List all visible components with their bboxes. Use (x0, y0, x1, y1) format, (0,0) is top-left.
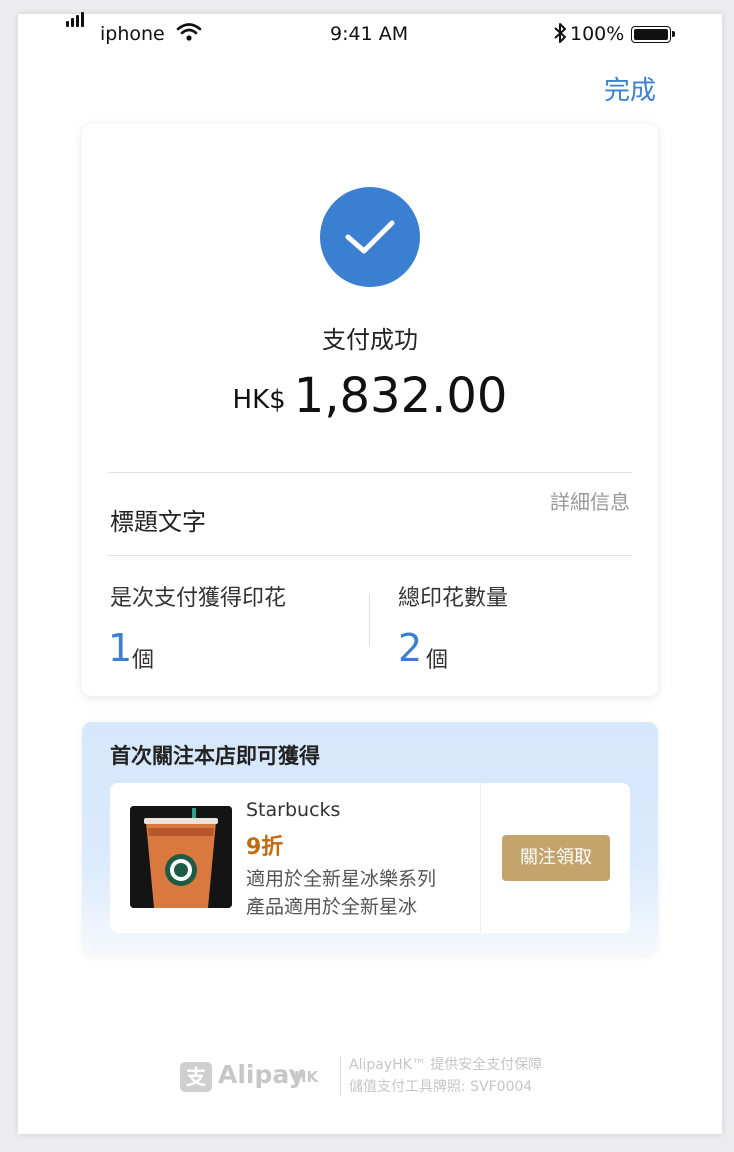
alipay-logo-text: Alipay (218, 1060, 305, 1089)
coupon-desc-line2: 產品適用於全新星冰 (246, 896, 418, 918)
payment-result-card: 支付成功 HK$ 1,832.00 標題文字 詳細信息 是次支付獲得印花 1 個 … (82, 124, 658, 696)
stamps-earned-unit: 個 (132, 648, 155, 673)
discount-label: 9折 (246, 835, 284, 860)
footer-divider (340, 1056, 341, 1096)
success-check-icon (320, 187, 420, 287)
payment-status: 支付成功 (322, 326, 418, 354)
footer-license-text: 儲值支付工具牌照: SVF0004 (349, 1079, 533, 1095)
wifi-icon (176, 22, 202, 47)
alipay-logo-icon: 支 (180, 1062, 212, 1092)
coupon-card: Starbucks 9折 適用於全新星冰樂系列 產品適用於全新星冰 關注領取 (110, 783, 630, 933)
alipay-logo-sub: HK (294, 1068, 319, 1086)
carrier-label: iphone (100, 23, 165, 45)
follow-claim-button[interactable]: 關注領取 (502, 835, 610, 881)
status-time: 9:41 AM (330, 23, 409, 45)
payment-amount: 1,832.00 (293, 368, 508, 424)
coupon-description: 適用於全新星冰樂系列 產品適用於全新星冰 (246, 865, 474, 921)
title-text: 標題文字 (110, 508, 206, 536)
stamps-total-unit: 個 (426, 648, 449, 673)
footer-security-text: AlipayHK™ 提供安全支付保障 (349, 1057, 543, 1073)
done-button[interactable]: 完成 (604, 70, 656, 107)
stats-divider (369, 594, 370, 646)
divider (108, 555, 632, 556)
promo-title: 首次關注本店即可獲得 (110, 744, 320, 768)
coupon-separator (480, 783, 481, 933)
follow-promo-panel: 首次關注本店即可獲得 Starbucks 9折 適用於全新星冰樂系列 產品適用於 (82, 722, 658, 954)
detail-link[interactable]: 詳細信息 (550, 486, 630, 515)
coupon-desc-line1: 適用於全新星冰樂系列 (246, 868, 437, 890)
stamps-earned-label: 是次支付獲得印花 (110, 586, 287, 611)
store-name: Starbucks (246, 799, 341, 821)
currency-label: HK$ (232, 385, 286, 415)
footer: 支 Alipay HK AlipayHK™ 提供安全支付保障 儲值支付工具牌照:… (178, 1054, 578, 1098)
phone-screen: iphone 9:41 AM 100% 完成 支付成功 HK$ 1,832.00… (18, 12, 722, 1134)
battery-icon (631, 26, 675, 43)
status-bar: iphone 9:41 AM 100% (18, 12, 722, 54)
product-image (130, 806, 232, 908)
bluetooth-icon (553, 21, 567, 50)
divider (108, 472, 632, 473)
battery-percent: 100% (570, 23, 625, 45)
amount-row: HK$ 1,832.00 (82, 368, 658, 424)
stamps-total-value: 2 (398, 626, 423, 670)
stamps-total-label: 總印花數量 (398, 586, 509, 611)
stamps-earned-value: 1 (108, 626, 133, 670)
